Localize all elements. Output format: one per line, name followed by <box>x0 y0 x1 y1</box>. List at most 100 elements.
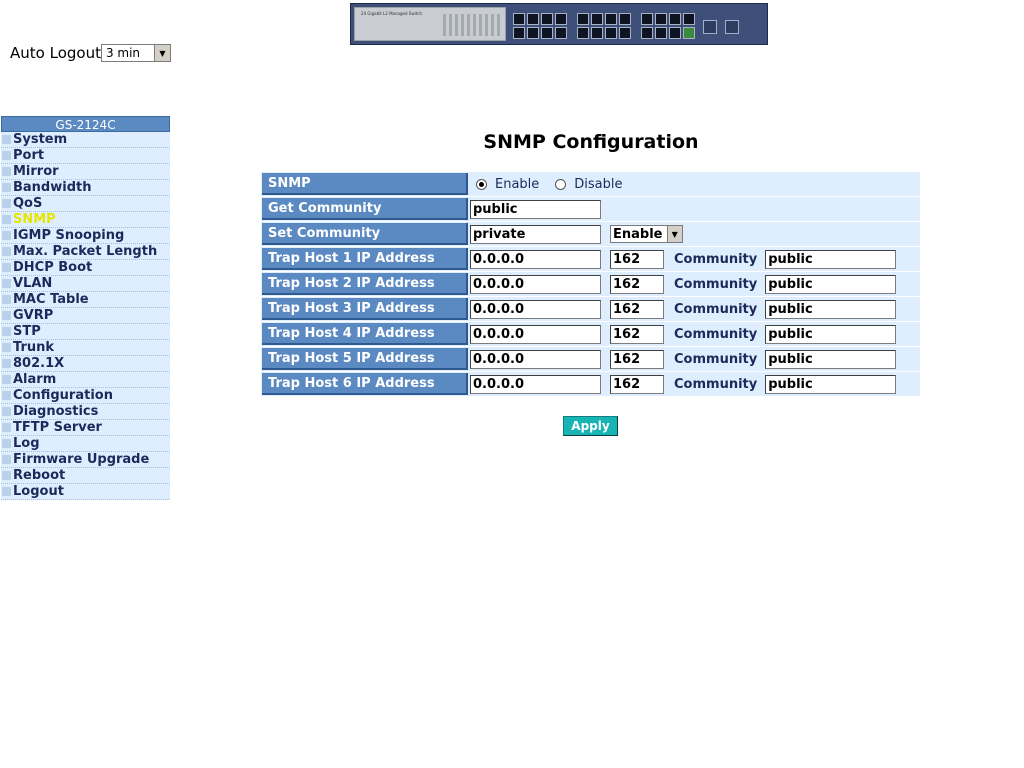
bullet-square-icon <box>2 407 11 416</box>
sidebar-item-logout[interactable]: Logout <box>1 484 170 500</box>
sidebar-item-label: Bandwidth <box>13 180 92 195</box>
get-community-input[interactable]: public <box>470 199 601 219</box>
sidebar-item-igmp-snooping[interactable]: IGMP Snooping <box>1 228 170 244</box>
set-community-mode-select[interactable]: Enable ▼ <box>610 225 683 243</box>
auto-logout: Auto Logout 3 min ▼ <box>10 44 171 62</box>
bullet-square-icon <box>2 151 11 160</box>
bullet-square-icon <box>2 375 11 384</box>
port-group-2 <box>577 13 631 39</box>
bullet-square-icon <box>2 263 11 272</box>
sidebar-item-trunk[interactable]: Trunk <box>1 340 170 356</box>
trap-host-port-input[interactable]: 162 <box>610 274 664 294</box>
trap-host-ip-input[interactable]: 0.0.0.0 <box>470 274 601 294</box>
trap-host-row: Trap Host 1 IP Address 0.0.0.0 162 Communit… <box>261 247 920 272</box>
bullet-square-icon <box>2 359 11 368</box>
sidebar-item-bandwidth[interactable]: Bandwidth <box>1 180 170 196</box>
trap-host-ip-input[interactable]: 0.0.0.0 <box>470 324 601 344</box>
trap-host-ip-input[interactable]: 0.0.0.0 <box>470 374 601 394</box>
sidebar-item-log[interactable]: Log <box>1 436 170 452</box>
sidebar-item-mac-table[interactable]: MAC Table <box>1 292 170 308</box>
snmp-config-form: SNMP Enable Disable Get Community public… <box>261 172 920 397</box>
sidebar-item-label: Alarm <box>13 372 57 387</box>
radio-checked-icon <box>476 178 487 190</box>
sidebar-item-label: QoS <box>13 196 43 211</box>
community-label: Community <box>674 276 758 292</box>
snmp-label: SNMP <box>262 173 468 195</box>
snmp-disable-label: Disable <box>574 176 623 192</box>
bullet-square-icon <box>2 327 11 336</box>
trap-host-port-input[interactable]: 162 <box>610 374 664 394</box>
auto-logout-select[interactable]: 3 min ▼ <box>100 44 171 62</box>
auto-logout-label: Auto Logout <box>10 44 101 62</box>
trap-host-ip-input[interactable]: 0.0.0.0 <box>470 299 601 319</box>
bullet-square-icon <box>2 199 11 208</box>
sidebar-item-qos[interactable]: QoS <box>1 196 170 212</box>
trap-host-port-input[interactable]: 162 <box>610 249 664 269</box>
sidebar-item-configuration[interactable]: Configuration <box>1 388 170 404</box>
bullet-square-icon <box>2 391 11 400</box>
bullet-square-icon <box>2 471 11 480</box>
bullet-square-icon <box>2 279 11 288</box>
switch-front-panel: 24 Gigabit L2 Managed Switch <box>354 7 506 41</box>
sidebar-item-label: 802.1X <box>13 356 65 371</box>
bullet-square-icon <box>2 487 11 496</box>
set-community-input[interactable]: private <box>470 224 601 244</box>
get-community-row: Get Community public <box>261 197 920 222</box>
sidebar-menu: GS-2124C System Port Mirror Bandwidth QoS SNM… <box>1 116 170 500</box>
sidebar-item-mirror[interactable]: Mirror <box>1 164 170 180</box>
snmp-disable-radio[interactable]: Disable <box>555 176 623 192</box>
bullet-square-icon <box>2 295 11 304</box>
sidebar-item-firmware-upgrade[interactable]: Firmware Upgrade <box>1 452 170 468</box>
sidebar-item-label: VLAN <box>13 276 53 291</box>
set-community-mode-value: Enable <box>613 226 663 242</box>
trap-host-ip-input[interactable]: 0.0.0.0 <box>470 249 601 269</box>
sidebar-item-802-1x[interactable]: 802.1X <box>1 356 170 372</box>
trap-host-row: Trap Host 3 IP Address 0.0.0.0 162 Communit… <box>261 297 920 322</box>
bullet-square-icon <box>2 423 11 432</box>
sidebar-item-label: Trunk <box>13 340 55 355</box>
bullet-square-icon <box>2 231 11 240</box>
sidebar-item-label: Port <box>13 148 45 163</box>
sidebar-item-label: Mirror <box>13 164 59 179</box>
trap-host-port-input[interactable]: 162 <box>610 324 664 344</box>
snmp-row: SNMP Enable Disable <box>261 172 920 197</box>
trap-host-port-input[interactable]: 162 <box>610 299 664 319</box>
sidebar-item-max-packet-length[interactable]: Max. Packet Length <box>1 244 170 260</box>
snmp-enable-radio[interactable]: Enable <box>476 177 539 192</box>
switch-brand-text: 24 Gigabit L2 Managed Switch <box>361 11 423 16</box>
sidebar-item-vlan[interactable]: VLAN <box>1 276 170 292</box>
community-label: Community <box>674 376 758 392</box>
trap-host-community-input[interactable]: public <box>765 374 897 394</box>
trap-host-port-input[interactable]: 162 <box>610 349 664 369</box>
sidebar-item-diagnostics[interactable]: Diagnostics <box>1 404 170 420</box>
sidebar-item-reboot[interactable]: Reboot <box>1 468 170 484</box>
trap-host-row: Trap Host 4 IP Address 0.0.0.0 162 Communit… <box>261 322 920 347</box>
bullet-square-icon <box>2 247 11 256</box>
trap-host-community-input[interactable]: public <box>765 249 897 269</box>
bullet-square-icon <box>2 455 11 464</box>
sidebar-item-tftp-server[interactable]: TFTP Server <box>1 420 170 436</box>
trap-host-label: Trap Host 4 IP Address <box>262 323 468 345</box>
trap-host-row: Trap Host 6 IP Address 0.0.0.0 162 Communit… <box>261 372 920 397</box>
apply-button[interactable]: Apply <box>563 416 618 436</box>
trap-host-community-input[interactable]: public <box>765 324 897 344</box>
sidebar-item-label: MAC Table <box>13 292 89 307</box>
trap-host-community-input[interactable]: public <box>765 299 897 319</box>
bullet-square-icon <box>2 215 11 224</box>
trap-host-row: Trap Host 5 IP Address 0.0.0.0 162 Communit… <box>261 347 920 372</box>
sidebar-item-dhcp-boot[interactable]: DHCP Boot <box>1 260 170 276</box>
bullet-square-icon <box>2 135 11 144</box>
sidebar-item-port[interactable]: Port <box>1 148 170 164</box>
bullet-square-icon <box>2 183 11 192</box>
community-label: Community <box>674 326 758 342</box>
sidebar-item-snmp[interactable]: SNMP <box>1 212 170 228</box>
sidebar-item-label: DHCP Boot <box>13 260 93 275</box>
sidebar-item-alarm[interactable]: Alarm <box>1 372 170 388</box>
sidebar-item-system[interactable]: System <box>1 132 170 148</box>
trap-host-community-input[interactable]: public <box>765 274 897 294</box>
trap-host-community-input[interactable]: public <box>765 349 897 369</box>
trap-host-ip-input[interactable]: 0.0.0.0 <box>470 349 601 369</box>
sidebar-item-label: Logout <box>13 484 64 499</box>
sidebar-item-gvrp[interactable]: GVRP <box>1 308 170 324</box>
sidebar-item-stp[interactable]: STP <box>1 324 170 340</box>
